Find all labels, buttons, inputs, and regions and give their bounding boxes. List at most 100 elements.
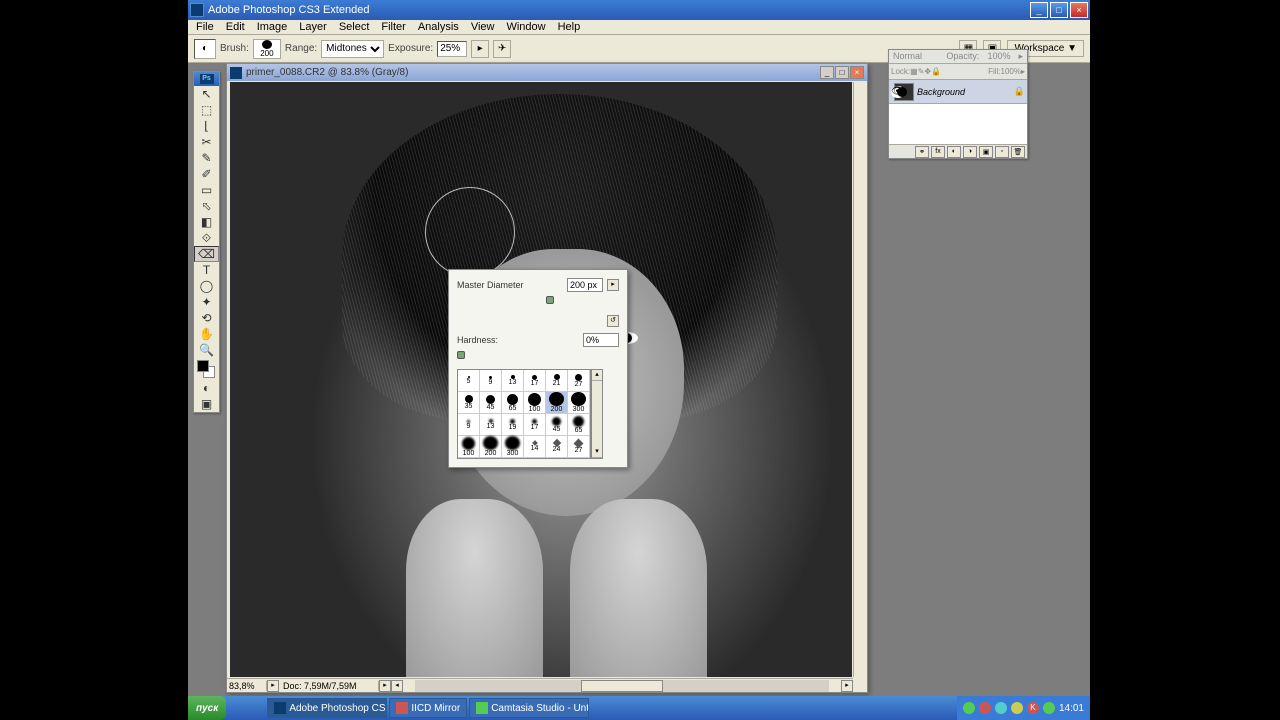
exposure-input[interactable] bbox=[437, 41, 467, 57]
menu-edit[interactable]: Edit bbox=[220, 21, 251, 33]
opacity-value[interactable]: 100% bbox=[983, 50, 1014, 63]
layers-empty-area[interactable] bbox=[889, 104, 1027, 144]
airbrush-toggle-icon[interactable]: ✈ bbox=[493, 40, 511, 58]
tray-icon-4[interactable] bbox=[1011, 702, 1023, 714]
layer-name[interactable]: Background bbox=[917, 87, 1014, 97]
brush-preset-cell[interactable]: 200 bbox=[546, 392, 568, 414]
color-swatches[interactable] bbox=[194, 358, 219, 380]
reset-icon[interactable]: ↺ bbox=[607, 315, 619, 327]
toolbox-header[interactable]: Ps bbox=[194, 72, 219, 86]
preset-grid-scrollbar[interactable]: ▴ ▾ bbox=[591, 369, 603, 459]
quick-mask-icon[interactable]: ◐ bbox=[194, 380, 219, 396]
lock-paint-icon[interactable]: ✎ bbox=[918, 67, 925, 76]
info-arrow-icon[interactable]: ▸ bbox=[379, 680, 391, 692]
minimize-button[interactable]: _ bbox=[1030, 2, 1048, 18]
brush-preset-cell[interactable]: 300 bbox=[502, 436, 524, 458]
scroll-down-icon[interactable]: ▾ bbox=[592, 447, 602, 458]
document-titlebar[interactable]: primer_0088.CR2 @ 83.8% (Gray/8) _ □ × bbox=[227, 64, 867, 81]
zoom-field[interactable]: 83,8% bbox=[227, 681, 267, 691]
shape-tool[interactable]: ◯ bbox=[194, 278, 219, 294]
tray-icon-2[interactable] bbox=[979, 702, 991, 714]
taskbar-item-iicd[interactable]: IICD Mirror bbox=[389, 698, 467, 718]
menu-window[interactable]: Window bbox=[500, 21, 551, 33]
history-brush-tool[interactable]: ⬁ bbox=[194, 198, 219, 214]
brush-preset-cell[interactable]: 45 bbox=[480, 392, 502, 414]
new-layer-icon[interactable]: ▫ bbox=[995, 146, 1009, 158]
menu-view[interactable]: View bbox=[465, 21, 501, 33]
vertical-scrollbar[interactable] bbox=[853, 82, 867, 677]
diameter-slider[interactable] bbox=[457, 296, 619, 304]
brush-preset-cell[interactable]: 19 bbox=[502, 414, 524, 436]
tray-icon-3[interactable] bbox=[995, 702, 1007, 714]
tab-normal[interactable]: Normal bbox=[889, 50, 926, 63]
crop-tool[interactable]: ✂ bbox=[194, 134, 219, 150]
delete-layer-icon[interactable]: 🗑 bbox=[1011, 146, 1025, 158]
doc-maximize-button[interactable]: □ bbox=[835, 66, 849, 79]
brush-preset-picker[interactable]: 200 bbox=[253, 39, 281, 59]
diameter-input[interactable] bbox=[567, 278, 603, 292]
brush-preset-cell[interactable]: 13 bbox=[502, 370, 524, 392]
current-tool-icon[interactable]: ◐ bbox=[194, 39, 216, 59]
brush-preset-cell[interactable]: 27 bbox=[568, 370, 590, 392]
hand-tool[interactable]: ✋ bbox=[194, 326, 219, 342]
menu-image[interactable]: Image bbox=[251, 21, 294, 33]
menu-filter[interactable]: Filter bbox=[375, 21, 411, 33]
move-tool[interactable]: ↖ bbox=[194, 86, 219, 102]
fx-icon[interactable]: fx bbox=[931, 146, 945, 158]
exposure-flyout-icon[interactable]: ▸ bbox=[471, 40, 489, 58]
menu-select[interactable]: Select bbox=[333, 21, 376, 33]
brush-preset-cell[interactable]: 27 bbox=[568, 436, 590, 458]
stamp-tool[interactable]: ▭ bbox=[194, 182, 219, 198]
layer-row[interactable]: 👁 Background 🔒 bbox=[889, 80, 1027, 104]
tray-icon-6[interactable] bbox=[1043, 702, 1055, 714]
pen-tool[interactable]: ✦ bbox=[194, 294, 219, 310]
taskbar-item-camtasia[interactable]: Camtasia Studio - Unt... bbox=[469, 698, 589, 718]
tray-icon-1[interactable] bbox=[963, 702, 975, 714]
lock-all-icon[interactable]: 🔒 bbox=[931, 67, 941, 76]
popup-menu-icon[interactable]: ▸ bbox=[607, 279, 619, 291]
menu-layer[interactable]: Layer bbox=[293, 21, 333, 33]
brush-preset-cell[interactable]: 35 bbox=[458, 392, 480, 414]
maximize-button[interactable]: □ bbox=[1050, 2, 1068, 18]
opacity-arrow-icon[interactable]: ▸ bbox=[1014, 50, 1027, 63]
hardness-input[interactable] bbox=[583, 333, 619, 347]
brush-preset-cell[interactable]: 24 bbox=[546, 436, 568, 458]
slice-tool[interactable]: ✎ bbox=[194, 150, 219, 166]
doc-info[interactable]: Doc: 7,59M/7,59M bbox=[279, 681, 379, 691]
rotate-tool[interactable]: ⟲ bbox=[194, 310, 219, 326]
brush-preset-cell[interactable]: 13 bbox=[480, 414, 502, 436]
marquee-tool[interactable]: ⬚ bbox=[194, 102, 219, 118]
zoom-arrow-icon[interactable]: ▸ bbox=[267, 680, 279, 692]
link-layers-icon[interactable]: ⚭ bbox=[915, 146, 929, 158]
tray-icon-5[interactable]: K bbox=[1027, 702, 1039, 714]
brush-preset-cell[interactable]: 5 bbox=[458, 370, 480, 392]
taskbar-item-photoshop[interactable]: Adobe Photoshop CS... bbox=[267, 698, 387, 718]
doc-close-button[interactable]: × bbox=[850, 66, 864, 79]
hardness-slider[interactable] bbox=[457, 351, 619, 359]
brush-preset-cell[interactable]: 45 bbox=[546, 414, 568, 436]
menu-help[interactable]: Help bbox=[552, 21, 587, 33]
menu-analysis[interactable]: Analysis bbox=[412, 21, 465, 33]
lock-trans-icon[interactable]: ▦ bbox=[910, 67, 918, 76]
range-select[interactable]: Midtones bbox=[321, 40, 384, 58]
brush-preset-cell[interactable]: 14 bbox=[524, 436, 546, 458]
brush-preset-cell[interactable]: 65 bbox=[568, 414, 590, 436]
lasso-tool[interactable]: ⌊ bbox=[194, 118, 219, 134]
brush-preset-cell[interactable]: 100 bbox=[524, 392, 546, 414]
brush-preset-cell[interactable]: 17 bbox=[524, 370, 546, 392]
horizontal-scrollbar[interactable] bbox=[415, 680, 829, 692]
start-button[interactable]: пуск bbox=[188, 696, 226, 720]
foreground-color[interactable] bbox=[197, 360, 209, 372]
scroll-left-button[interactable]: ◂ bbox=[391, 680, 403, 692]
fill-arrow-icon[interactable]: ▸ bbox=[1021, 67, 1025, 76]
screen-mode-toggle-icon[interactable]: ▣ bbox=[194, 396, 219, 412]
blur-tool[interactable]: ⟐ bbox=[194, 230, 219, 246]
scroll-up-icon[interactable]: ▴ bbox=[592, 370, 602, 381]
brush-tool[interactable]: ✐ bbox=[194, 166, 219, 182]
gradient-tool[interactable]: ◧ bbox=[194, 214, 219, 230]
dodge-tool[interactable]: ⌫ bbox=[194, 246, 219, 262]
adjustment-icon[interactable]: ◑ bbox=[963, 146, 977, 158]
fill-value[interactable]: 100% bbox=[1001, 67, 1021, 76]
lock-move-icon[interactable]: ✥ bbox=[924, 67, 931, 76]
brush-preset-cell[interactable]: 21 bbox=[546, 370, 568, 392]
